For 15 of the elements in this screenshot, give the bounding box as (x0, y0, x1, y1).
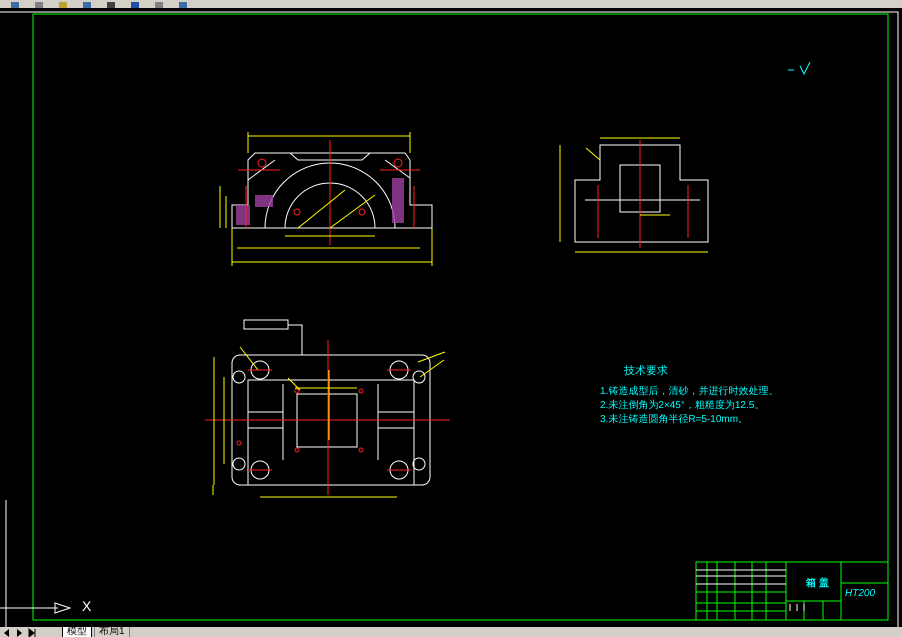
toolbar-icon[interactable] (10, 0, 20, 8)
requirement-text: 3.未注铸造圆角半径R=5-10mm。 (600, 414, 750, 426)
previous-tab-icon[interactable] (2, 628, 12, 637)
material-text: HT200 (845, 587, 876, 601)
toolbar-icon[interactable] (82, 0, 92, 8)
next-tab-icon[interactable] (14, 628, 24, 637)
toolbar-icon[interactable] (130, 0, 140, 8)
toolbar-icon[interactable] (178, 0, 188, 8)
ucs-x-label: X (82, 599, 92, 613)
requirements-title: 技术要求 (624, 365, 669, 378)
part-name: 箱 盖 (806, 576, 829, 591)
roughness-symbol-icon (788, 62, 810, 76)
toolbar-icon[interactable] (106, 0, 116, 8)
requirement-text: 1.铸造成型后，清砂，并进行时效处理。 (600, 386, 778, 398)
requirement-text: 2.未注倒角为2×45°，粗糙度为12.5。 (600, 400, 766, 412)
